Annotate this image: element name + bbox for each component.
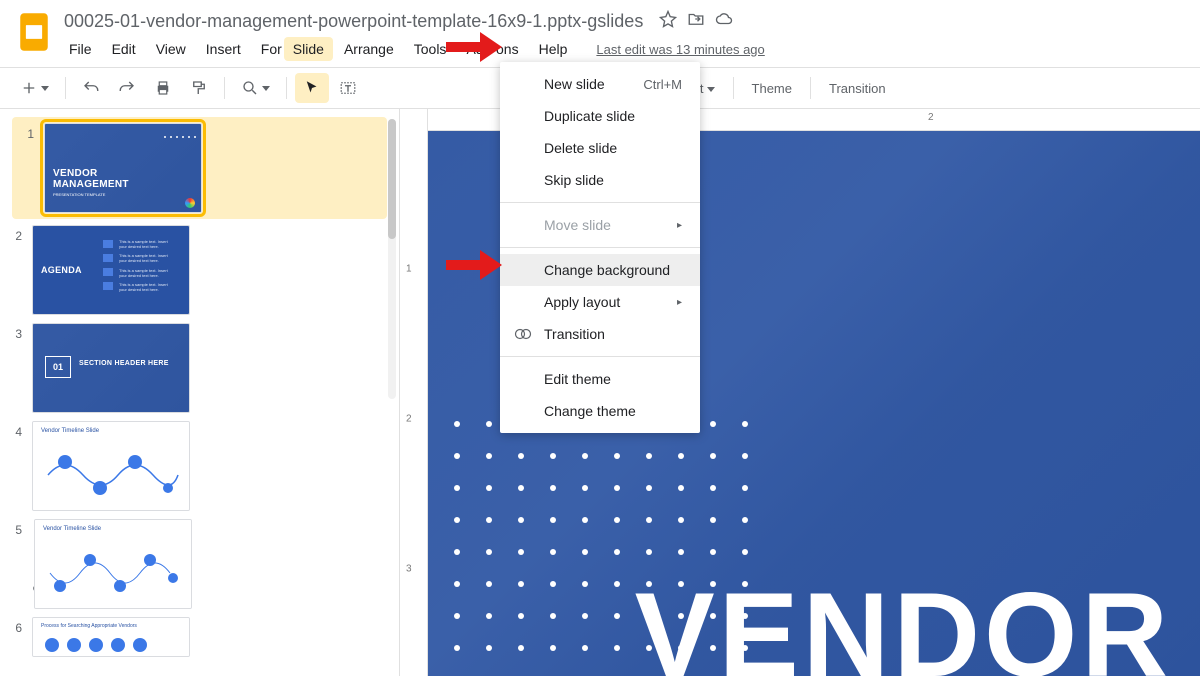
menu-slide[interactable]: Slide <box>284 37 333 61</box>
paint-format-button[interactable] <box>182 73 216 103</box>
thumbnail-1[interactable]: VENDOR MANAGEMENT PRESENTATION TEMPLATE <box>44 123 202 213</box>
thumbnail-panel[interactable]: 1 VENDOR MANAGEMENT PRESENTATION TEMPLAT… <box>0 109 400 676</box>
thumbnail-number: 6 <box>6 617 22 635</box>
menu-duplicate-slide[interactable]: Duplicate slide <box>500 100 700 132</box>
select-tool[interactable] <box>295 73 329 103</box>
undo-button[interactable] <box>74 73 108 103</box>
menu-skip-slide[interactable]: Skip slide <box>500 164 700 196</box>
new-slide-button[interactable] <box>12 73 57 103</box>
menu-change-background[interactable]: Change background <box>500 254 700 286</box>
vertical-ruler[interactable]: 1 2 3 <box>400 109 428 676</box>
transition-button[interactable]: Transition <box>819 75 896 102</box>
doc-title-row: 00025-01-vendor-management-powerpoint-te… <box>60 8 1184 35</box>
transition-icon <box>514 325 532 343</box>
menu-change-theme[interactable]: Change theme <box>500 395 700 427</box>
thumbnail-number: 5 <box>6 519 22 537</box>
thumbnail-3[interactable]: 01 SECTION HEADER HERE <box>32 323 190 413</box>
thumbnail-row-3[interactable]: 3 01 SECTION HEADER HERE <box>0 319 399 417</box>
menu-edit[interactable]: Edit <box>103 37 145 61</box>
thumbnail-2[interactable]: AGENDA This is a sample text. Insertyour… <box>32 225 190 315</box>
slide-title-text[interactable]: VENDOR <box>635 566 1172 676</box>
thumbnail-number: 2 <box>6 225 22 243</box>
star-icon[interactable] <box>659 10 677 33</box>
menu-transition[interactable]: Transition <box>500 318 700 350</box>
thumbnail-row-5[interactable]: 5 Vendor Timeline Slide <box>0 515 399 613</box>
thumbnail-number: 1 <box>18 123 34 141</box>
thumbnail-number: 3 <box>6 323 22 341</box>
slide-menu-dropdown: New slideCtrl+M Duplicate slide Delete s… <box>500 62 700 433</box>
google-slides-logo[interactable] <box>16 8 52 56</box>
thumbnail-row-6[interactable]: 6 Process for Searching Appropriate Vend… <box>0 613 399 661</box>
zoom-button[interactable] <box>233 73 278 103</box>
scrollbar-thumb[interactable] <box>388 119 396 239</box>
text-box-tool[interactable] <box>331 73 365 103</box>
menu-insert[interactable]: Insert <box>197 37 250 61</box>
thumbnail-row-4[interactable]: 4 Vendor Timeline Slide <box>0 417 399 515</box>
thumbnail-row-1[interactable]: 1 VENDOR MANAGEMENT PRESENTATION TEMPLAT… <box>12 117 387 219</box>
print-button[interactable] <box>146 73 180 103</box>
menu-move-slide: Move slide▸ <box>500 209 700 241</box>
cloud-status-icon[interactable] <box>715 10 733 33</box>
menu-arrange[interactable]: Arrange <box>335 37 403 61</box>
theme-button[interactable]: Theme <box>742 75 802 102</box>
menu-view[interactable]: View <box>147 37 195 61</box>
app-header: 00025-01-vendor-management-powerpoint-te… <box>0 0 1200 67</box>
menu-file[interactable]: File <box>60 37 101 61</box>
redo-button[interactable] <box>110 73 144 103</box>
doc-title[interactable]: 00025-01-vendor-management-powerpoint-te… <box>64 11 643 32</box>
thumbnail-number: 4 <box>6 421 22 439</box>
annotation-arrow-1 <box>446 32 502 65</box>
menu-new-slide[interactable]: New slideCtrl+M <box>500 68 700 100</box>
menu-help[interactable]: Help <box>530 37 577 61</box>
thumbnail-6[interactable]: Process for Searching Appropriate Vendor… <box>32 617 190 657</box>
thumbnail-row-2[interactable]: 2 AGENDA This is a sample text. Insertyo… <box>0 221 399 319</box>
menu-apply-layout[interactable]: Apply layout▸ <box>500 286 700 318</box>
menu-format[interactable]: Format <box>252 37 282 61</box>
annotation-arrow-2 <box>446 250 502 283</box>
thumbnail-4[interactable]: Vendor Timeline Slide <box>32 421 190 511</box>
logo-icon <box>185 198 195 208</box>
menu-edit-theme[interactable]: Edit theme <box>500 363 700 395</box>
thumbnail-5[interactable]: Vendor Timeline Slide <box>34 519 192 609</box>
last-edit-link[interactable]: Last edit was 13 minutes ago <box>596 42 764 57</box>
move-to-folder-icon[interactable] <box>687 10 705 33</box>
menu-delete-slide[interactable]: Delete slide <box>500 132 700 164</box>
